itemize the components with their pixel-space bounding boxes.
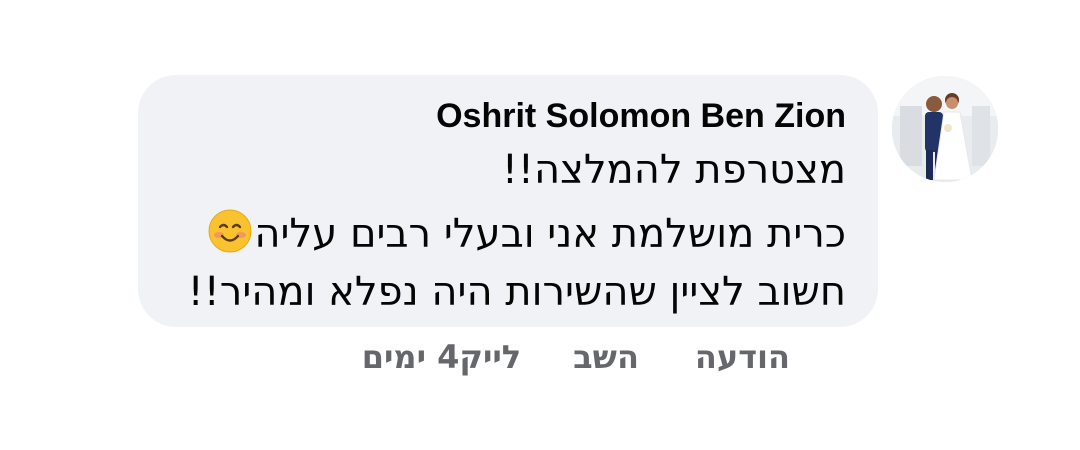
- wedding-couple-photo-icon: [892, 76, 998, 182]
- comment-text-line: חשוב לציין שהשירות היה נפלא ומהיר!!: [187, 269, 846, 315]
- comment-author[interactable]: Oshrit Solomon Ben Zion: [436, 97, 846, 136]
- smiling-face-emoji-icon: [208, 209, 252, 253]
- avatar[interactable]: [892, 76, 998, 182]
- comment-actions: 4 ימים לייק השב הודעה: [362, 338, 848, 376]
- message-button[interactable]: הודעה: [695, 338, 790, 376]
- timestamp-link[interactable]: 4 ימים: [362, 338, 460, 376]
- like-button[interactable]: לייק: [459, 338, 521, 376]
- comment-text-line: מצטרפת להמלצה!!: [501, 147, 846, 193]
- reply-button[interactable]: השב: [573, 338, 639, 376]
- comment-item: Oshrit Solomon Ben Zion מצטרפת להמלצה!! …: [0, 0, 1080, 450]
- comment-text-line-with-emoji: כרית מושלמת אני ובעלי רבים עליה: [208, 209, 846, 257]
- comment-text-line: כרית מושלמת אני ובעלי רבים עליה: [254, 211, 846, 257]
- comment-bubble: Oshrit Solomon Ben Zion מצטרפת להמלצה!! …: [138, 75, 878, 327]
